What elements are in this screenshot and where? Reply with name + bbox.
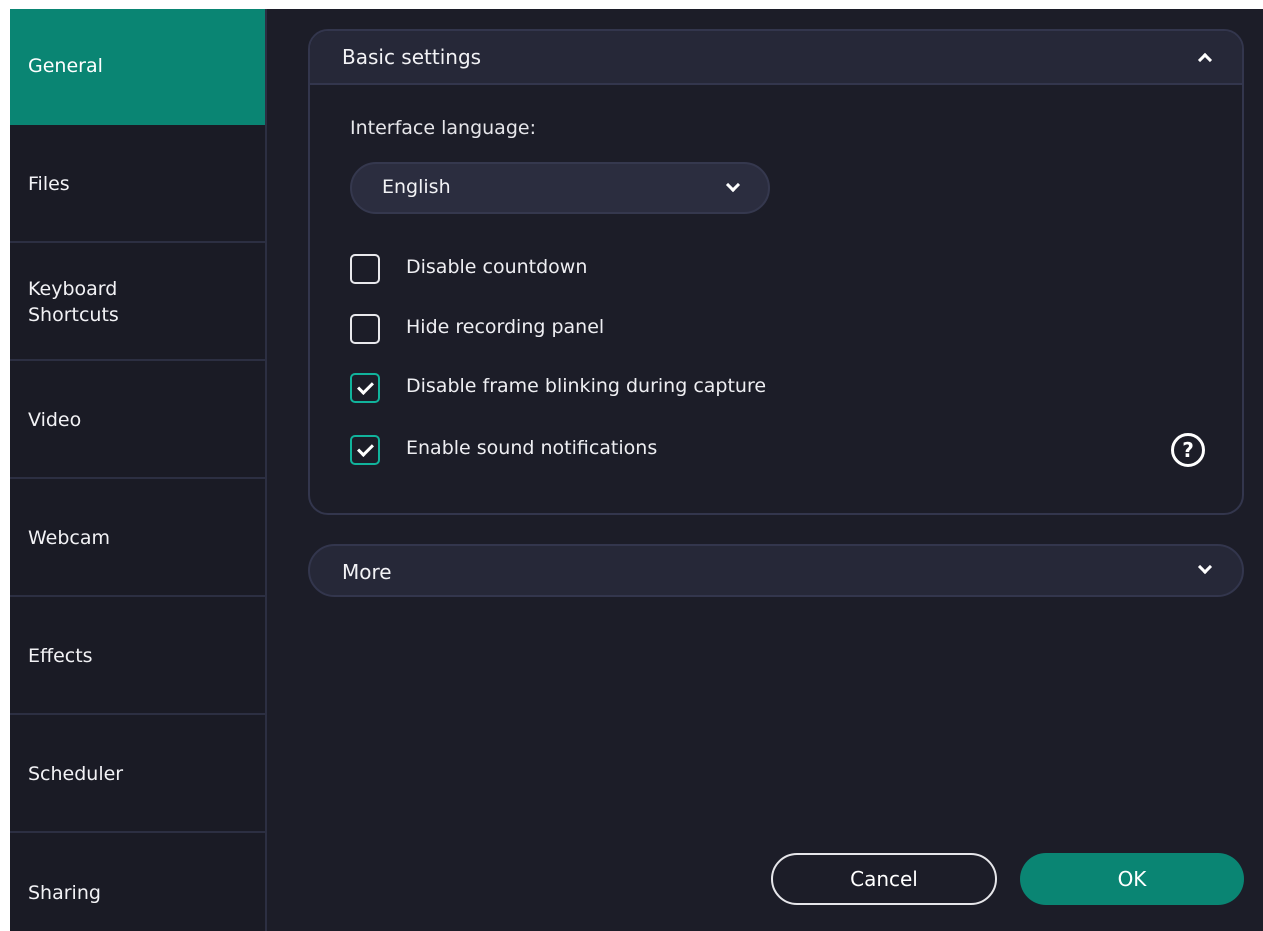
checkbox-box[interactable]: [350, 314, 380, 344]
chevron-down-icon: [725, 177, 741, 193]
language-select-value: English: [382, 176, 451, 198]
chevron-down-icon[interactable]: [1197, 559, 1213, 575]
language-select[interactable]: English: [350, 162, 770, 214]
sidebar: General Files Keyboard Shortcuts Video W…: [10, 9, 267, 931]
ok-button[interactable]: OK: [1020, 853, 1244, 905]
sidebar-item-label: General: [28, 55, 103, 77]
more-panel-header[interactable]: More: [308, 544, 1244, 597]
sidebar-item-label: Sharing: [28, 882, 101, 904]
sidebar-item-scheduler[interactable]: Scheduler: [10, 717, 265, 833]
sidebar-item-label: Webcam: [28, 527, 111, 549]
sidebar-item-sharing[interactable]: Sharing: [10, 835, 265, 931]
checkbox-box[interactable]: [350, 254, 380, 284]
sidebar-item-video[interactable]: Video: [10, 363, 265, 479]
sidebar-item-label: Scheduler: [28, 763, 124, 785]
sidebar-item-files[interactable]: Files: [10, 127, 265, 243]
settings-window: General Files Keyboard Shortcuts Video W…: [10, 9, 1263, 931]
basic-settings-title: Basic settings: [342, 45, 482, 69]
checkbox-label: Disable countdown: [406, 256, 588, 278]
sidebar-item-label: Video: [28, 409, 82, 431]
checkmark-icon: [357, 440, 374, 457]
sidebar-item-effects[interactable]: Effects: [10, 599, 265, 715]
question-circle-icon[interactable]: ?: [1171, 433, 1205, 467]
sidebar-item-general[interactable]: General: [10, 9, 265, 125]
sidebar-item-label: Files: [28, 173, 70, 195]
chevron-up-icon[interactable]: [1197, 52, 1213, 68]
checkbox-label: Hide recording panel: [406, 316, 605, 338]
checkbox-label: Disable frame blinking during capture: [406, 375, 767, 397]
basic-settings-header[interactable]: Basic settings: [310, 31, 1242, 85]
sidebar-item-webcam[interactable]: Webcam: [10, 481, 265, 597]
checkmark-icon: [357, 378, 374, 395]
sidebar-item-label: Keyboard Shortcuts: [28, 278, 119, 326]
checkbox-box[interactable]: [350, 373, 380, 403]
sidebar-item-label: Effects: [28, 645, 93, 667]
interface-language-label: Interface language:: [350, 117, 536, 139]
more-title: More: [342, 560, 392, 584]
sidebar-item-keyboard-shortcuts[interactable]: Keyboard Shortcuts: [10, 245, 265, 361]
cancel-button[interactable]: Cancel: [771, 853, 997, 905]
checkbox-box[interactable]: [350, 435, 380, 465]
checkbox-label: Enable sound notifications: [406, 437, 658, 459]
